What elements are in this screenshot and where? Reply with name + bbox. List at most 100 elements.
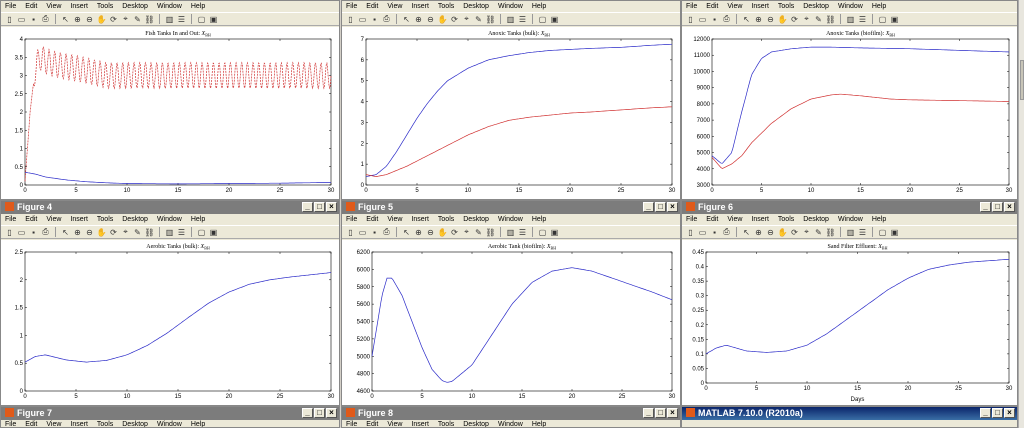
brush-icon[interactable]: ✎: [473, 227, 484, 238]
save-icon[interactable]: ▪: [28, 14, 39, 25]
show-plot-tools-icon[interactable]: ▣: [208, 14, 219, 25]
menu-item-help[interactable]: Help: [191, 3, 205, 10]
menu-item-tools[interactable]: Tools: [97, 3, 113, 10]
menu-item-file[interactable]: File: [5, 3, 16, 10]
new-file-icon[interactable]: ▯: [685, 14, 696, 25]
pan-icon[interactable]: ✋: [437, 227, 448, 238]
window-titlebar[interactable]: Figure 6 _ □ ×: [682, 201, 1017, 214]
data-cursor-icon[interactable]: ⌖: [801, 14, 812, 25]
pointer-icon[interactable]: ↖: [741, 14, 752, 25]
close-button[interactable]: ×: [667, 408, 678, 418]
menu-item-edit[interactable]: Edit: [25, 421, 37, 427]
pan-icon[interactable]: ✋: [437, 14, 448, 25]
menu-item-view[interactable]: View: [387, 3, 402, 10]
print-icon[interactable]: ⎙: [381, 227, 392, 238]
new-file-icon[interactable]: ▯: [345, 14, 356, 25]
zoom-out-icon[interactable]: ⊖: [765, 14, 776, 25]
open-folder-icon[interactable]: ▭: [697, 227, 708, 238]
data-cursor-icon[interactable]: ⌖: [461, 227, 472, 238]
window-titlebar[interactable]: Figure 4 _ □ ×: [1, 201, 339, 214]
menu-item-edit[interactable]: Edit: [366, 216, 378, 223]
menu-item-view[interactable]: View: [387, 216, 402, 223]
menu-item-file[interactable]: File: [346, 421, 357, 427]
legend-icon[interactable]: ☰: [857, 227, 868, 238]
pan-icon[interactable]: ✋: [96, 14, 107, 25]
menu-item-desktop[interactable]: Desktop: [463, 216, 489, 223]
maximize-button[interactable]: □: [314, 408, 325, 418]
menu-item-file[interactable]: File: [686, 3, 697, 10]
menu-item-view[interactable]: View: [727, 216, 742, 223]
menu-item-tools[interactable]: Tools: [97, 421, 113, 427]
menu-item-help[interactable]: Help: [191, 216, 205, 223]
legend-icon[interactable]: ☰: [176, 227, 187, 238]
menu-item-view[interactable]: View: [46, 421, 61, 427]
brush-icon[interactable]: ✎: [813, 14, 824, 25]
menu-item-help[interactable]: Help: [872, 216, 886, 223]
menu-item-insert[interactable]: Insert: [411, 216, 429, 223]
open-folder-icon[interactable]: ▭: [16, 227, 27, 238]
legend-icon[interactable]: ☰: [857, 14, 868, 25]
brush-icon[interactable]: ✎: [473, 14, 484, 25]
link-icon[interactable]: ⛓: [144, 227, 155, 238]
menu-item-window[interactable]: Window: [498, 3, 523, 10]
menu-item-tools[interactable]: Tools: [97, 216, 113, 223]
menu-item-tools[interactable]: Tools: [438, 421, 454, 427]
rotate-icon[interactable]: ⟳: [449, 227, 460, 238]
save-icon[interactable]: ▪: [28, 227, 39, 238]
scrollbar-thumb[interactable]: [1020, 60, 1024, 100]
zoom-out-icon[interactable]: ⊖: [765, 227, 776, 238]
link-icon[interactable]: ⛓: [144, 14, 155, 25]
colorbar-icon[interactable]: ▥: [845, 14, 856, 25]
menu-item-edit[interactable]: Edit: [366, 421, 378, 427]
zoom-in-icon[interactable]: ⊕: [72, 227, 83, 238]
menu-item-window[interactable]: Window: [838, 216, 863, 223]
print-icon[interactable]: ⎙: [381, 14, 392, 25]
menu-item-insert[interactable]: Insert: [751, 3, 769, 10]
close-button[interactable]: ×: [326, 408, 337, 418]
hide-plot-tools-icon[interactable]: ▢: [196, 227, 207, 238]
pointer-icon[interactable]: ↖: [741, 227, 752, 238]
link-icon[interactable]: ⛓: [825, 14, 836, 25]
data-cursor-icon[interactable]: ⌖: [120, 14, 131, 25]
open-folder-icon[interactable]: ▭: [16, 14, 27, 25]
menu-item-window[interactable]: Window: [498, 421, 523, 427]
zoom-out-icon[interactable]: ⊖: [84, 227, 95, 238]
zoom-in-icon[interactable]: ⊕: [72, 14, 83, 25]
menu-item-view[interactable]: View: [46, 216, 61, 223]
pointer-icon[interactable]: ↖: [401, 227, 412, 238]
brush-icon[interactable]: ✎: [132, 227, 143, 238]
menu-item-help[interactable]: Help: [532, 421, 546, 427]
menu-item-edit[interactable]: Edit: [25, 216, 37, 223]
menu-item-window[interactable]: Window: [498, 216, 523, 223]
menu-item-file[interactable]: File: [686, 216, 697, 223]
new-file-icon[interactable]: ▯: [345, 227, 356, 238]
maximize-button[interactable]: □: [992, 202, 1003, 212]
menu-item-tools[interactable]: Tools: [778, 3, 794, 10]
menu-item-help[interactable]: Help: [872, 3, 886, 10]
save-icon[interactable]: ▪: [709, 14, 720, 25]
menu-item-view[interactable]: View: [46, 3, 61, 10]
minimize-button[interactable]: _: [980, 202, 991, 212]
link-icon[interactable]: ⛓: [485, 14, 496, 25]
hide-plot-tools-icon[interactable]: ▢: [537, 14, 548, 25]
data-cursor-icon[interactable]: ⌖: [801, 227, 812, 238]
desktop-scrollbar[interactable]: [1018, 0, 1024, 428]
colorbar-icon[interactable]: ▥: [505, 14, 516, 25]
menu-item-desktop[interactable]: Desktop: [803, 216, 829, 223]
menu-item-help[interactable]: Help: [532, 216, 546, 223]
minimize-button[interactable]: _: [643, 408, 654, 418]
menu-item-tools[interactable]: Tools: [438, 216, 454, 223]
pointer-icon[interactable]: ↖: [60, 227, 71, 238]
menu-item-desktop[interactable]: Desktop: [122, 421, 148, 427]
new-file-icon[interactable]: ▯: [4, 14, 15, 25]
zoom-in-icon[interactable]: ⊕: [413, 227, 424, 238]
open-folder-icon[interactable]: ▭: [357, 14, 368, 25]
legend-icon[interactable]: ☰: [517, 227, 528, 238]
colorbar-icon[interactable]: ▥: [164, 227, 175, 238]
hide-plot-tools-icon[interactable]: ▢: [537, 227, 548, 238]
close-button[interactable]: ×: [1004, 408, 1015, 418]
save-icon[interactable]: ▪: [369, 14, 380, 25]
menu-item-tools[interactable]: Tools: [778, 216, 794, 223]
colorbar-icon[interactable]: ▥: [164, 14, 175, 25]
show-plot-tools-icon[interactable]: ▣: [549, 227, 560, 238]
